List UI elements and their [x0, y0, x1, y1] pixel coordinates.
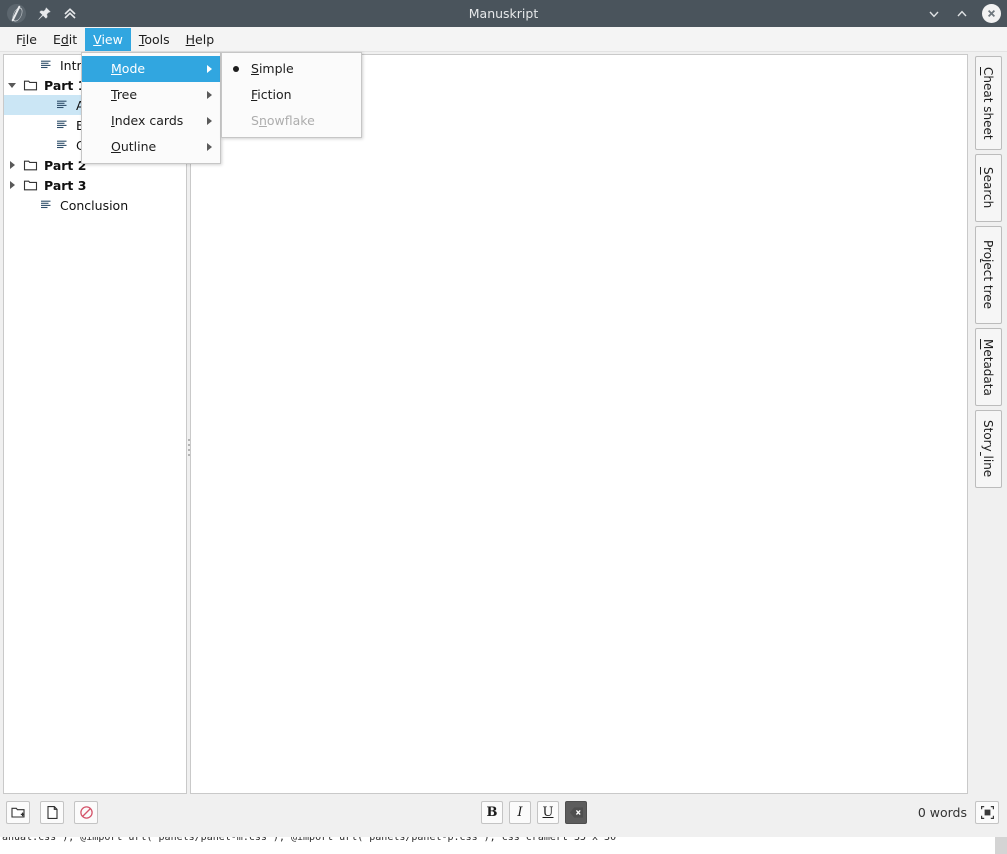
tree-item-label: Conclusion	[60, 197, 129, 213]
folder-icon	[20, 158, 40, 172]
menubar-item-file[interactable]: File	[8, 28, 45, 51]
title-bar: Manuskript	[0, 0, 1007, 27]
submenu-arrow-icon	[207, 91, 212, 99]
delete-button[interactable]	[74, 801, 98, 824]
menubar-item-view[interactable]: View	[85, 27, 131, 51]
clear-format-button[interactable]	[565, 801, 587, 824]
tree-item-label: Part 2	[44, 157, 87, 173]
tree-expand-arrow-down-icon[interactable]	[4, 82, 20, 88]
tree-item-label: Part 3	[44, 177, 87, 193]
mode-submenu-popup[interactable]: Simple Fiction Snowflake	[221, 52, 362, 138]
add-text-button[interactable]	[40, 801, 64, 824]
folder-icon	[20, 178, 40, 192]
chevron-down-icon[interactable]	[926, 6, 942, 22]
right-tab-label: Metadata	[981, 338, 995, 396]
menu-item-label: Snowflake	[251, 113, 315, 128]
view-menu-popup[interactable]: Mode Tree Index cards Outline	[81, 52, 221, 164]
bold-button[interactable]: B	[481, 801, 503, 824]
right-tab-label: Search	[981, 167, 995, 209]
view-menu-item-tree[interactable]: Tree	[82, 82, 220, 108]
bottom-toolbar: B I U 0 words	[0, 796, 1007, 837]
menu-item-label: Outline	[111, 139, 157, 154]
menu-item-label: Fiction	[251, 87, 292, 102]
menu-item-label: Mode	[111, 61, 146, 76]
menu-item-label: Simple	[251, 61, 294, 76]
mode-menu-item-simple[interactable]: Simple	[222, 56, 361, 82]
tree-item-part-3[interactable]: Part 3	[4, 175, 186, 195]
submenu-arrow-icon	[207, 117, 212, 125]
mode-menu-item-fiction[interactable]: Fiction	[222, 82, 361, 108]
menu-item-label: Tree	[111, 87, 138, 102]
tree-item-conclusion[interactable]: Conclusion	[4, 195, 186, 215]
tree-expand-arrow-right-icon[interactable]	[4, 181, 20, 189]
right-tab-bar: Cheat sheet Search Project tree Metadata Sto…	[971, 54, 1005, 794]
menu-item-label: Index cards	[111, 113, 184, 128]
right-tab-search[interactable]: Search	[974, 154, 1002, 222]
menu-bar: File Edit View Tools Help	[0, 27, 1007, 52]
text-editor[interactable]	[190, 54, 968, 794]
pin-icon[interactable]	[36, 6, 52, 22]
close-circle-icon[interactable]	[982, 4, 1001, 23]
word-count-label: 0 words	[917, 805, 967, 820]
focus-mode-icon[interactable]	[975, 801, 999, 824]
view-menu-item-mode[interactable]: Mode	[82, 56, 220, 82]
console-text: anual.css'); @import url('panels/panel-m…	[2, 837, 617, 843]
chevron-up-icon[interactable]	[954, 6, 970, 22]
right-tab-story-line[interactable]: Story line	[974, 410, 1002, 488]
menubar-item-edit[interactable]: Edit	[45, 28, 85, 51]
right-tab-project-tree[interactable]: Project tree	[974, 226, 1002, 324]
tree-item-label: Part 1	[44, 77, 87, 93]
menubar-item-help[interactable]: Help	[178, 28, 223, 51]
text-lines-icon	[52, 138, 72, 152]
add-folder-button[interactable]	[6, 801, 30, 824]
background-console-strip: anual.css'); @import url('panels/panel-m…	[0, 837, 1007, 854]
text-lines-icon	[36, 198, 56, 212]
submenu-arrow-icon	[207, 65, 212, 73]
tree-actions-group	[6, 801, 98, 824]
right-tab-cheat-sheet[interactable]: Cheat sheet	[974, 56, 1002, 150]
view-menu-item-outline[interactable]: Outline	[82, 134, 220, 160]
right-tab-label: Project tree	[981, 240, 995, 310]
text-lines-icon	[36, 58, 56, 72]
folder-icon	[20, 78, 40, 92]
text-lines-icon	[52, 118, 72, 132]
application-window: Manuskript File Edit View Tools Help Par…	[0, 0, 1007, 854]
scrollbar-remnant	[995, 837, 1007, 854]
italic-button[interactable]: I	[509, 801, 531, 824]
radio-selected-icon	[233, 66, 239, 72]
title-bar-left-icons	[0, 4, 78, 23]
menubar-item-tools[interactable]: Tools	[131, 28, 178, 51]
status-group: 0 words	[918, 801, 999, 824]
tree-expand-arrow-right-icon[interactable]	[4, 161, 20, 169]
window-title: Manuskript	[468, 6, 539, 21]
window-controls	[926, 0, 1001, 27]
right-tab-metadata[interactable]: Metadata	[974, 328, 1002, 406]
mode-menu-item-snowflake: Snowflake	[222, 108, 361, 134]
chevrons-up-icon[interactable]	[62, 6, 78, 22]
right-tab-label: Story line	[981, 420, 995, 478]
text-lines-icon	[52, 98, 72, 112]
formatting-group: B I U	[481, 801, 587, 824]
manuskript-pen-icon	[7, 4, 26, 23]
project-tree-panel[interactable]: IntroductionPart 1ABCPart 2Part 3Conclus…	[3, 54, 187, 794]
submenu-arrow-icon	[207, 143, 212, 151]
view-menu-item-index-cards[interactable]: Index cards	[82, 108, 220, 134]
right-tab-label: Cheat sheet	[981, 66, 995, 140]
underline-button[interactable]: U	[537, 801, 559, 824]
